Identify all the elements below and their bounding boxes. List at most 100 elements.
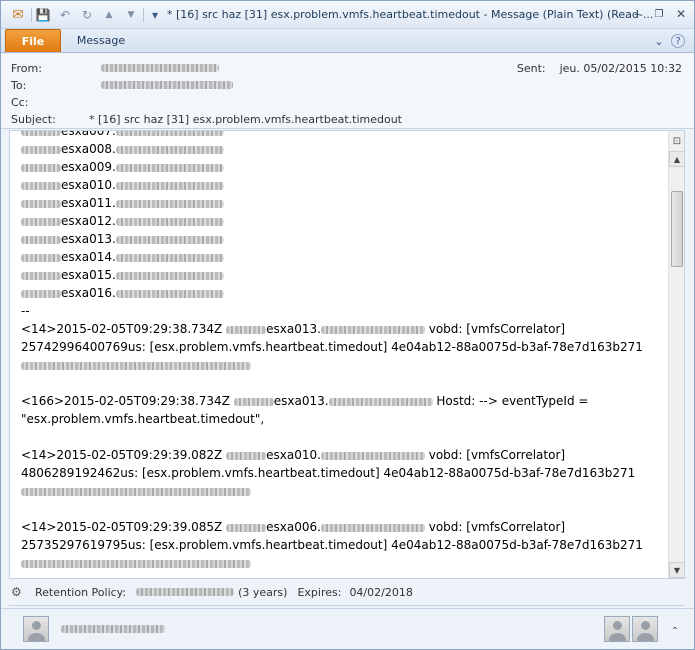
body-line: esxa010.	[21, 176, 661, 194]
redacted-prefix	[226, 451, 267, 460]
redacted-prefix	[21, 131, 61, 136]
message-header: From: To: Cc: Subject: * [16] src haz [3…	[1, 54, 694, 129]
from-label: From:	[11, 61, 42, 75]
redacted-domain	[320, 451, 425, 460]
body-line: esxa011.	[21, 194, 661, 212]
customize-quick-access-icon[interactable]: ▾	[147, 7, 163, 23]
retention-label: Retention Policy:	[35, 585, 127, 599]
body-line: <166>2015-02-05T09:29:38.734Z esxa013. H…	[21, 392, 661, 410]
line-text: esxa016.	[61, 286, 116, 300]
redacted-prefix	[21, 181, 61, 190]
tab-message[interactable]: Message	[67, 29, 135, 52]
host-name: esxa010.	[266, 448, 321, 462]
scrollbar-thumb[interactable]	[671, 191, 683, 267]
body-line: 25742996400769us: [esx.problem.vmfs.hear…	[21, 338, 661, 356]
body-line	[21, 482, 661, 500]
separator	[31, 8, 32, 22]
title-bar: ✉ 💾 ↶ ↻ ▲ ▼ ▾ * [16] src haz [31] esx.pr…	[1, 1, 694, 29]
line-text: <14>2015-02-05T09:29:38.734Z	[21, 322, 227, 336]
line-tail: vobd: [vmfsCorrelator]	[424, 322, 566, 336]
restore-button[interactable]: ❐	[649, 5, 669, 23]
body-line: <14>2015-02-05T09:29:38.734Z esxa013. vo…	[21, 320, 661, 338]
message-window: ✉ 💾 ↶ ↻ ▲ ▼ ▾ * [16] src haz [31] esx.pr…	[0, 0, 695, 650]
line-text: esxa011.	[61, 196, 116, 210]
cc-row: Cc:	[11, 94, 89, 110]
body-line: <14>2015-02-05T09:29:39.082Z esxa010. vo…	[21, 446, 661, 464]
redacted-domain	[115, 235, 224, 244]
retention-bar: ⚙ Retention Policy: (3 years) Expires: 0…	[1, 580, 694, 604]
redacted-domain	[115, 181, 224, 190]
expires-label: Expires:	[297, 585, 342, 599]
sender-name-redacted[interactable]	[61, 625, 165, 633]
host-name: esxa013.	[273, 394, 329, 408]
redacted-domain	[320, 523, 425, 532]
scroll-up-button[interactable]: ▲	[669, 151, 684, 167]
body-line: esxa008.	[21, 140, 661, 158]
redacted-domain	[115, 289, 224, 298]
body-line: esxa009.	[21, 158, 661, 176]
ribbon-tabs: File Message ⌄ ?	[1, 29, 694, 53]
separator	[143, 8, 144, 22]
line-tail: vobd: [vmfsCorrelator]	[424, 448, 566, 462]
sender-avatar[interactable]	[23, 616, 49, 642]
help-icon[interactable]: ?	[671, 34, 685, 48]
tab-file[interactable]: File	[5, 29, 61, 52]
outlook-app-icon[interactable]: ✉	[7, 7, 29, 23]
close-button[interactable]: ✕	[671, 5, 691, 23]
redacted-prefix	[21, 235, 61, 244]
redacted-text	[21, 487, 251, 496]
recipient-avatar-1[interactable]	[604, 616, 630, 642]
redacted-domain	[320, 325, 425, 334]
save-icon[interactable]: 💾	[35, 7, 51, 23]
message-text: esxa007. esxa008. esxa009. esxa010. esxa011.…	[21, 131, 661, 572]
line-text: esxa009.	[61, 160, 116, 174]
previous-item-icon[interactable]: ▲	[101, 7, 117, 23]
from-row: From:	[11, 60, 219, 76]
collapse-ribbon-icon[interactable]: ⌄	[651, 33, 667, 49]
zoom-icon[interactable]: ⊡	[669, 133, 684, 149]
body-line: esxa012.	[21, 212, 661, 230]
line-text: esxa014.	[61, 250, 116, 264]
body-line: esxa007.	[21, 131, 661, 140]
undo-icon[interactable]: ↶	[57, 7, 73, 23]
people-pane: ⌃	[1, 608, 694, 649]
body-line	[21, 554, 661, 572]
redacted-prefix	[233, 397, 274, 406]
line-text: 25735297619795us: [esx.problem.vmfs.hear…	[21, 538, 643, 552]
expand-people-pane-icon[interactable]: ⌃	[667, 623, 683, 639]
retention-policy-icon: ⚙	[11, 585, 22, 599]
line-text: esxa010.	[61, 178, 116, 192]
to-label: To:	[11, 78, 27, 92]
redacted-domain	[115, 131, 224, 136]
redacted-prefix	[21, 199, 61, 208]
minimize-button[interactable]: –	[627, 5, 647, 23]
to-value-redacted[interactable]	[101, 81, 233, 89]
line-text: esxa008.	[61, 142, 116, 156]
recipient-avatar-2[interactable]	[632, 616, 658, 642]
line-text: --	[21, 304, 30, 318]
line-text: "esx.problem.vmfs.heartbeat.timedout",	[21, 412, 265, 426]
redacted-domain	[115, 145, 224, 154]
subject-value: * [16] src haz [31] esx.problem.vmfs.hea…	[89, 112, 402, 126]
retention-period: (3 years)	[238, 585, 288, 599]
to-row: To:	[11, 77, 233, 93]
body-line: esxa016.	[21, 284, 661, 302]
redo-icon[interactable]: ↻	[79, 7, 95, 23]
redacted-domain	[115, 199, 224, 208]
divider	[9, 605, 685, 606]
redacted-prefix	[21, 217, 61, 226]
vertical-scrollbar[interactable]: ⊡ ▲ ▼	[668, 131, 684, 578]
expires-value: 04/02/2018	[349, 585, 413, 599]
line-text: esxa015.	[61, 268, 116, 282]
redacted-prefix	[21, 289, 61, 298]
sent-label: Sent:	[516, 62, 546, 75]
redacted-prefix	[21, 253, 61, 262]
from-value-redacted[interactable]	[101, 64, 219, 72]
redacted-text	[21, 559, 251, 568]
redacted-domain	[328, 397, 433, 406]
redacted-domain	[115, 163, 224, 172]
scroll-down-button[interactable]: ▼	[669, 562, 684, 578]
message-body[interactable]: esxa007. esxa008. esxa009. esxa010. esxa011.…	[9, 130, 685, 579]
redacted-domain	[115, 253, 224, 262]
next-item-icon[interactable]: ▼	[123, 7, 139, 23]
